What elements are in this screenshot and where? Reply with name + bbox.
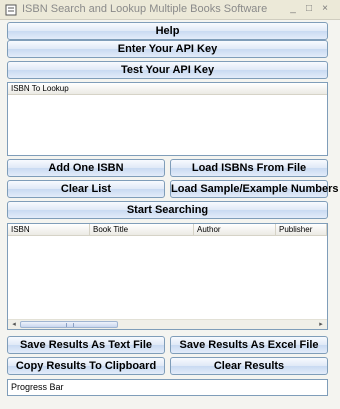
scroll-right-icon[interactable]: ▸ <box>316 320 326 329</box>
save-text-file-button[interactable]: Save Results As Text File <box>7 336 165 354</box>
scroll-thumb[interactable] <box>20 321 118 328</box>
minimize-button[interactable]: _ <box>286 3 300 17</box>
scroll-left-icon[interactable]: ◂ <box>9 320 19 329</box>
main-window: Help Enter Your API Key Test Your API Ke… <box>0 20 340 409</box>
results-table[interactable]: ISBN Book Title Author Publisher ◂ ▸ <box>7 223 328 330</box>
title-bar: ISBN Search and Lookup Multiple Books So… <box>0 0 340 20</box>
isbn-list-header: ISBN To Lookup <box>8 83 327 95</box>
book-app-icon <box>5 4 17 16</box>
clear-results-button[interactable]: Clear Results <box>170 357 328 375</box>
add-one-isbn-button[interactable]: Add One ISBN <box>7 159 165 177</box>
column-header-author[interactable]: Author <box>194 224 276 236</box>
load-sample-numbers-button[interactable]: Load Sample/Example Numbers <box>170 180 339 198</box>
test-api-key-button[interactable]: Test Your API Key <box>7 61 328 79</box>
progress-bar: Progress Bar <box>7 379 328 396</box>
scroll-grip-icon <box>66 323 74 327</box>
window-title: ISBN Search and Lookup Multiple Books So… <box>22 3 268 15</box>
enter-api-key-button[interactable]: Enter Your API Key <box>7 40 328 58</box>
help-button[interactable]: Help <box>7 22 328 40</box>
horizontal-scrollbar[interactable]: ◂ ▸ <box>8 319 327 329</box>
load-isbns-from-file-button[interactable]: Load ISBNs From File <box>170 159 328 177</box>
column-header-book-title[interactable]: Book Title <box>90 224 194 236</box>
column-header-isbn[interactable]: ISBN <box>8 224 90 236</box>
copy-to-clipboard-button[interactable]: Copy Results To Clipboard <box>7 357 165 375</box>
clear-list-button[interactable]: Clear List <box>7 180 165 198</box>
close-button[interactable]: × <box>318 3 332 17</box>
column-header-publisher[interactable]: Publisher <box>276 224 327 236</box>
save-excel-file-button[interactable]: Save Results As Excel File <box>170 336 328 354</box>
maximize-button[interactable]: □ <box>302 3 316 17</box>
isbn-lookup-list[interactable]: ISBN To Lookup <box>7 82 328 156</box>
start-searching-button[interactable]: Start Searching <box>7 201 328 219</box>
